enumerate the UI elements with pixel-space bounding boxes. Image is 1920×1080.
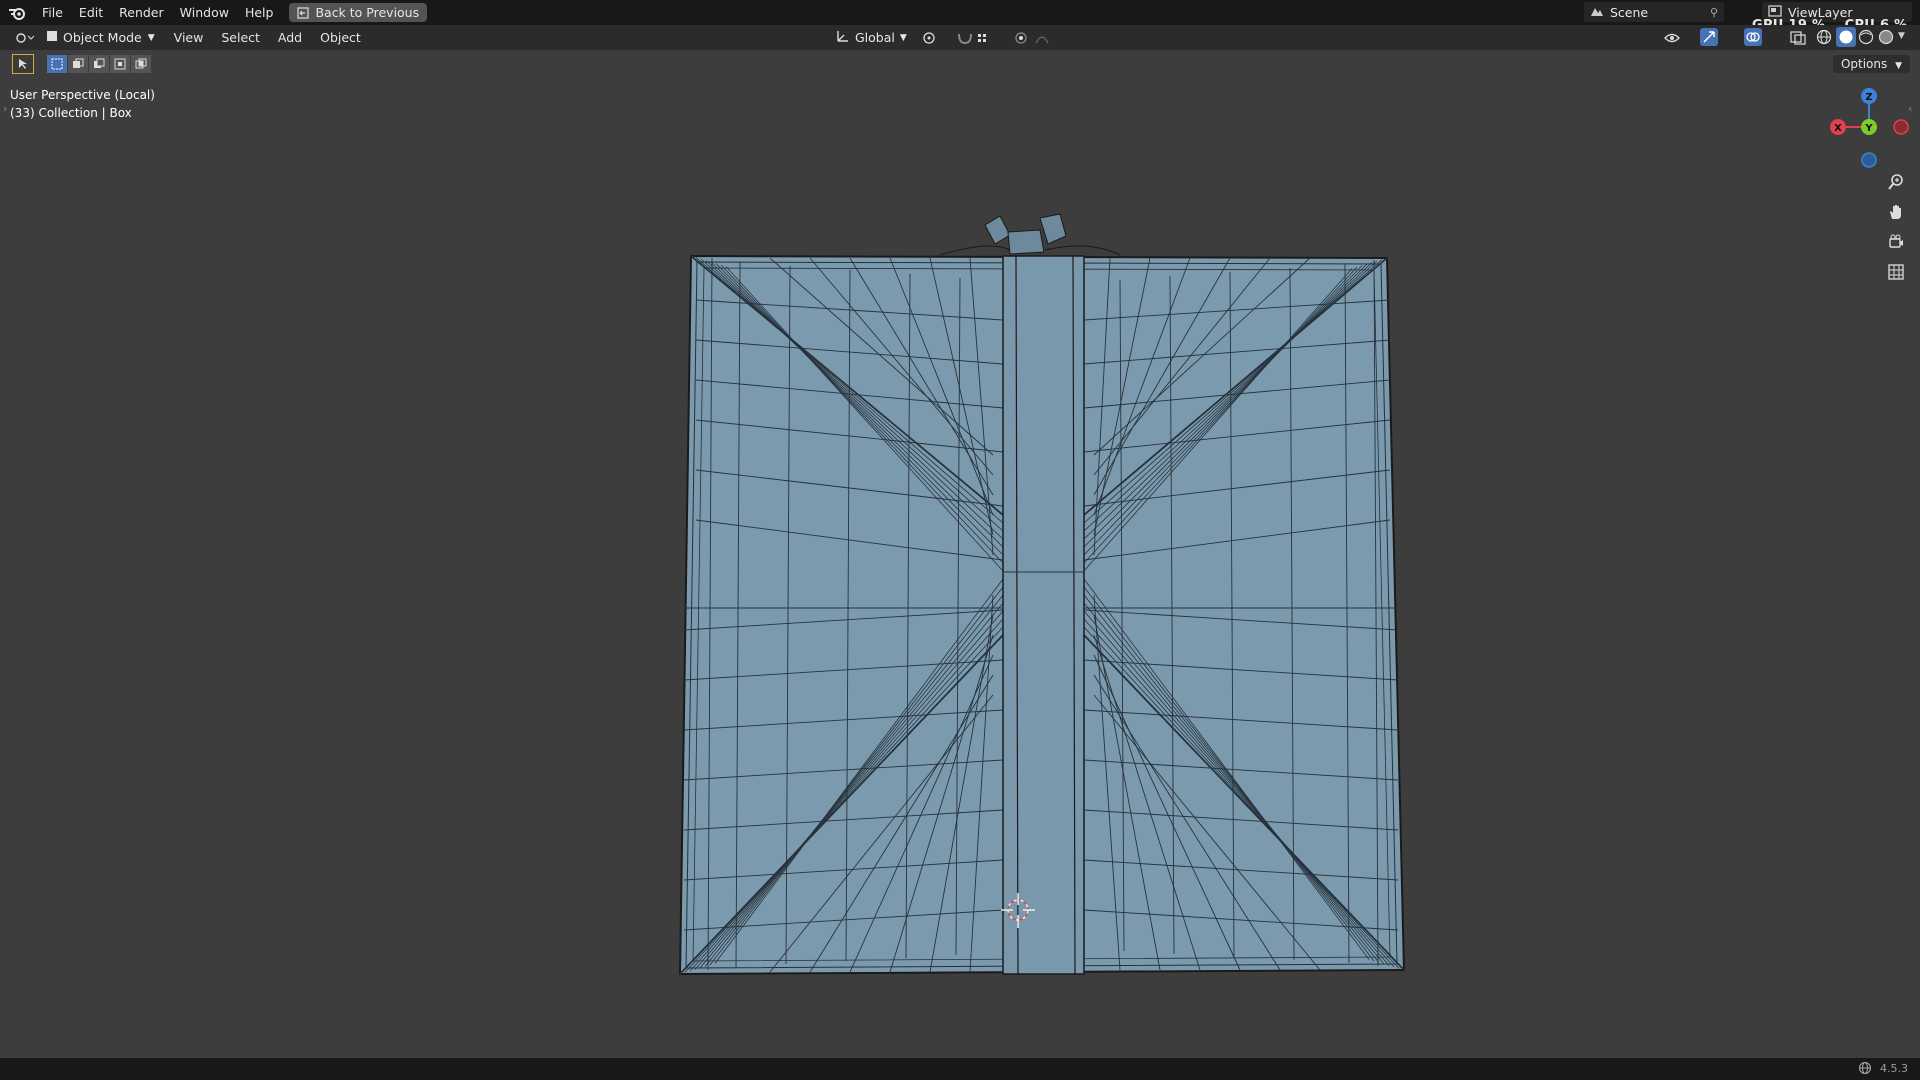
shading-wireframe-icon[interactable]: [1816, 29, 1832, 49]
navigation-gizmo[interactable]: Z X Y: [1830, 88, 1909, 168]
snap-icon[interactable]: [956, 30, 1000, 49]
chevron-down-icon: ▼: [899, 32, 907, 43]
select-extend-icon[interactable]: [68, 55, 88, 73]
scene-icon: [1590, 5, 1604, 20]
viewport-canvas[interactable]: Z X Y: [0, 0, 1920, 1080]
globe-icon[interactable]: [1858, 1061, 1872, 1078]
shading-material-icon[interactable]: [1858, 29, 1874, 49]
scene-selector[interactable]: Scene ⚲: [1584, 2, 1724, 22]
pin-icon[interactable]: ⚲: [1710, 6, 1718, 19]
menu-help[interactable]: Help: [237, 0, 282, 25]
menu-add[interactable]: Add: [269, 30, 311, 45]
chevron-down-icon: ▼: [1895, 61, 1902, 71]
menu-render[interactable]: Render: [111, 0, 172, 25]
xray-toggle-icon[interactable]: [1790, 30, 1806, 49]
axis-z-label: Z: [1865, 92, 1872, 103]
options-dropdown[interactable]: Options ▼: [1832, 55, 1910, 73]
select-intersect-icon[interactable]: [131, 55, 151, 73]
transform-orientation-dropdown[interactable]: Global ▼: [836, 28, 907, 47]
visibility-icon[interactable]: [1664, 30, 1690, 49]
gift-box-mesh[interactable]: [678, 213, 1406, 976]
viewport-header: Object Mode ▼ View Select Add Object Glo…: [0, 25, 1920, 50]
editor-type-icon[interactable]: [14, 31, 34, 45]
overlays-toggle-icon[interactable]: [1744, 28, 1772, 50]
status-bar: 4.5.3: [0, 1058, 1920, 1080]
shading-solid-icon[interactable]: [1836, 27, 1856, 51]
chevron-down-icon: ▼: [147, 32, 155, 43]
perspective-label: User Perspective (Local): [10, 88, 155, 102]
options-label: Options: [1840, 57, 1888, 71]
object-mode-label: Object Mode: [63, 30, 142, 45]
menu-edit[interactable]: Edit: [71, 0, 111, 25]
version-label: 4.5.3: [1880, 1062, 1908, 1075]
tool-settings-row: [12, 54, 152, 74]
menu-file[interactable]: File: [34, 0, 71, 25]
bow-mesh: [939, 213, 1121, 256]
collection-label: (33) Collection | Box: [10, 106, 132, 120]
viewport-info-overlay: User Perspective (Local) (33) Collection…: [10, 86, 155, 122]
gizmo-toggle-icon[interactable]: [1700, 28, 1728, 50]
orientation-label: Global: [855, 30, 895, 45]
select-tool-icon[interactable]: [12, 54, 34, 74]
menu-view[interactable]: View: [165, 30, 213, 45]
menu-object[interactable]: Object: [311, 30, 370, 45]
object-mode-dropdown[interactable]: Object Mode ▼: [42, 30, 159, 45]
pan-hand-icon[interactable]: [1884, 200, 1908, 224]
select-new-icon[interactable]: [47, 55, 67, 73]
camera-view-icon[interactable]: [1884, 230, 1908, 254]
scene-name: Scene: [1610, 4, 1649, 20]
shading-rendered-icon[interactable]: [1878, 29, 1894, 49]
orthographic-grid-icon[interactable]: [1884, 260, 1908, 284]
back-to-previous-label: Back to Previous: [315, 5, 420, 20]
toolbar-expand-chevron-icon[interactable]: ›: [3, 102, 7, 115]
orientation-icon: [836, 29, 850, 46]
shading-options-chevron-icon[interactable]: ▼: [1898, 31, 1905, 41]
blender-logo-icon[interactable]: [0, 0, 34, 25]
back-to-previous-button[interactable]: Back to Previous: [289, 3, 428, 22]
sidebar-expand-chevron-icon[interactable]: ‹: [1908, 102, 1912, 115]
object-mode-icon: [46, 30, 58, 45]
select-invert-icon[interactable]: [110, 55, 130, 73]
axis-x-label: X: [1834, 123, 1842, 134]
menu-select[interactable]: Select: [212, 30, 269, 45]
select-subtract-icon[interactable]: [89, 55, 109, 73]
zoom-icon[interactable]: [1884, 170, 1908, 194]
menu-window[interactable]: Window: [172, 0, 237, 25]
pivot-point-icon[interactable]: [922, 30, 944, 49]
proportional-editing-icon[interactable]: [1014, 30, 1058, 49]
axis-y-label: Y: [1864, 123, 1873, 134]
fullscreen-back-icon: [297, 6, 310, 19]
